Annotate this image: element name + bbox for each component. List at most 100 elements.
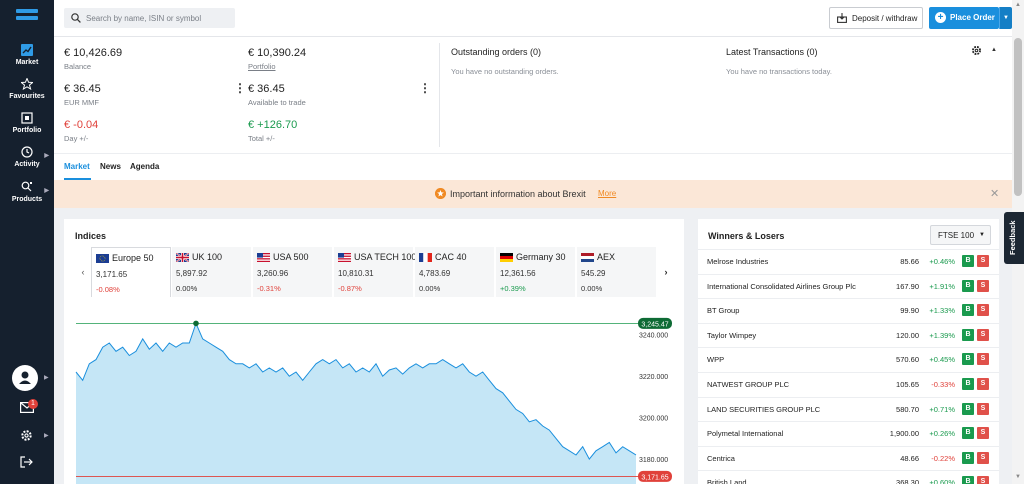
index-change: +0.39% bbox=[500, 284, 526, 293]
feedback-tab[interactable]: Feedback bbox=[1004, 212, 1024, 264]
chart-icon bbox=[21, 44, 33, 56]
collapse-caret-icon[interactable]: ▲ bbox=[991, 47, 997, 53]
tab-market[interactable]: Market bbox=[64, 162, 90, 171]
nav-activity[interactable]: Activity ▶ bbox=[0, 146, 54, 168]
nav-market[interactable]: Market bbox=[0, 44, 54, 66]
nav-portfolio[interactable]: Portfolio bbox=[0, 112, 54, 134]
latest-transactions-title: Latest Transactions (0) bbox=[726, 47, 818, 57]
logout-icon[interactable] bbox=[20, 456, 34, 470]
search-input[interactable] bbox=[86, 11, 231, 25]
index-name: UK 100 bbox=[192, 252, 223, 262]
table-row[interactable]: Centrica 48.66 -0.22% B S bbox=[698, 445, 999, 471]
user-icon bbox=[19, 371, 31, 384]
banner-more-link[interactable]: More bbox=[598, 189, 616, 198]
buy-button[interactable]: B bbox=[962, 255, 974, 267]
nav-label: Activity bbox=[14, 161, 40, 168]
table-row[interactable]: BT Group 99.90 +1.33% B S bbox=[698, 298, 999, 323]
clock-icon bbox=[21, 146, 33, 158]
fr-flag-icon bbox=[419, 253, 432, 262]
buy-button[interactable]: B bbox=[962, 476, 974, 484]
stock-change: -0.22% bbox=[931, 453, 955, 463]
sell-button[interactable]: S bbox=[977, 353, 989, 366]
index-card[interactable]: Europe 50 3,171.65 -0.08% bbox=[91, 247, 171, 297]
eur-mmf-value: € 36.45 bbox=[64, 83, 101, 95]
close-icon[interactable]: ✕ bbox=[990, 187, 999, 200]
deposit-withdraw-button[interactable]: Deposit / withdraw bbox=[829, 7, 923, 29]
buy-button[interactable]: B bbox=[962, 304, 974, 317]
sell-button[interactable]: S bbox=[977, 451, 989, 464]
portfolio-link[interactable]: Portfolio bbox=[248, 62, 276, 71]
sell-button[interactable]: S bbox=[977, 304, 989, 317]
stock-change: +0.45% bbox=[929, 355, 955, 365]
caret-right-icon: ▶ bbox=[44, 153, 49, 159]
sell-button[interactable]: S bbox=[977, 476, 989, 484]
caret-right-icon: ▶ bbox=[44, 188, 49, 194]
buy-button[interactable]: B bbox=[962, 378, 974, 390]
info-banner: Important information about Brexit More … bbox=[54, 180, 1012, 208]
more-vertical-icon[interactable]: ⋮ bbox=[234, 82, 246, 94]
table-row[interactable]: British Land 368.30 +0.60% B S bbox=[698, 470, 999, 484]
buy-button[interactable]: B bbox=[962, 451, 974, 464]
briefcase-icon bbox=[21, 112, 33, 124]
banner-text: Important information about Brexit bbox=[450, 189, 586, 199]
table-row[interactable]: Taylor Wimpey 120.00 +1.39% B S bbox=[698, 322, 999, 348]
index-card[interactable]: UK 100 5,897.92 0.00% bbox=[172, 247, 252, 297]
stock-name: British Land bbox=[707, 478, 747, 484]
sell-button[interactable]: S bbox=[977, 402, 989, 415]
index-chart[interactable]: 3240.000 3220.000 3200.000 3180.000 3,245.47… bbox=[64, 314, 684, 484]
divider bbox=[439, 43, 440, 147]
index-card[interactable]: AEX 545.29 0.00% bbox=[577, 247, 657, 297]
place-order-button[interactable]: + Place Order bbox=[929, 7, 999, 29]
index-select[interactable]: FTSE 100 ▼ bbox=[930, 225, 991, 245]
buy-button[interactable]: B bbox=[962, 279, 974, 292]
nav-label: Products bbox=[11, 196, 43, 203]
last-label-text: 3,171.65 bbox=[641, 474, 668, 481]
avatar[interactable] bbox=[12, 365, 38, 391]
sell-button[interactable]: S bbox=[977, 255, 989, 267]
scroll-down-icon[interactable]: ▼ bbox=[1015, 474, 1021, 480]
place-order-dropdown-button[interactable]: ▼ bbox=[999, 7, 1012, 29]
scrollbar-thumb[interactable] bbox=[1014, 38, 1022, 196]
balance-label: Balance bbox=[64, 62, 92, 71]
buy-button[interactable]: B bbox=[962, 353, 974, 366]
more-vertical-icon[interactable]: ⋮ bbox=[419, 82, 431, 94]
index-card[interactable]: CAC 40 4,783.69 0.00% bbox=[415, 247, 495, 297]
sell-button[interactable]: S bbox=[977, 427, 989, 440]
stock-name: International Consolidated Airlines Grou… bbox=[707, 281, 856, 291]
gear-icon[interactable] bbox=[20, 429, 34, 443]
sell-button[interactable]: S bbox=[977, 328, 989, 341]
table-row[interactable]: International Consolidated Airlines Grou… bbox=[698, 273, 999, 299]
index-card[interactable]: USA 500 3,260.96 -0.31% bbox=[253, 247, 333, 297]
table-row[interactable]: WPP 570.60 +0.45% B S bbox=[698, 347, 999, 372]
table-row[interactable]: Melrose Industries 85.66 +0.46% B S bbox=[698, 249, 999, 274]
buy-button[interactable]: B bbox=[962, 402, 974, 415]
sell-button[interactable]: S bbox=[977, 378, 989, 390]
scroll-up-icon[interactable]: ▲ bbox=[1015, 2, 1021, 8]
nav-products[interactable]: Products ▶ bbox=[0, 181, 54, 203]
nav-favourites[interactable]: Favourites bbox=[0, 78, 54, 100]
chevron-left-icon[interactable]: ‹ bbox=[75, 247, 91, 297]
table-row[interactable]: Polymetal International 1,900.00 +0.26% B S bbox=[698, 421, 999, 446]
table-row[interactable]: NATWEST GROUP PLC 105.65 -0.33% B S bbox=[698, 372, 999, 397]
settings-gear-icon[interactable] bbox=[971, 45, 982, 56]
deposit-icon bbox=[837, 13, 847, 23]
buy-button[interactable]: B bbox=[962, 427, 974, 440]
chevron-right-icon[interactable]: › bbox=[658, 247, 674, 297]
sell-button[interactable]: S bbox=[977, 279, 989, 292]
table-row[interactable]: LAND SECURITIES GROUP PLC 580.70 +0.71% B S bbox=[698, 396, 999, 422]
buy-button[interactable]: B bbox=[962, 328, 974, 341]
tab-agenda[interactable]: Agenda bbox=[130, 162, 159, 171]
tab-news[interactable]: News bbox=[100, 162, 121, 171]
index-card[interactable]: USA TECH 100 10,810.31 -0.87% bbox=[334, 247, 416, 297]
index-price: 3,260.96 bbox=[257, 269, 289, 278]
index-name: Germany 30 bbox=[516, 252, 566, 262]
stock-name: LAND SECURITIES GROUP PLC bbox=[707, 404, 821, 414]
stock-price: 167.90 bbox=[896, 281, 919, 291]
index-card[interactable]: Germany 30 12,361.56 +0.39% bbox=[496, 247, 576, 297]
eu-flag-icon bbox=[96, 254, 109, 263]
logo-icon[interactable] bbox=[16, 9, 38, 25]
index-change: 0.00% bbox=[419, 284, 441, 293]
stock-change: +1.91% bbox=[929, 281, 955, 291]
account-summary: € 10,426.69 Balance € 10,390.24 Portfoli… bbox=[54, 37, 1012, 153]
search-box[interactable] bbox=[64, 8, 235, 28]
